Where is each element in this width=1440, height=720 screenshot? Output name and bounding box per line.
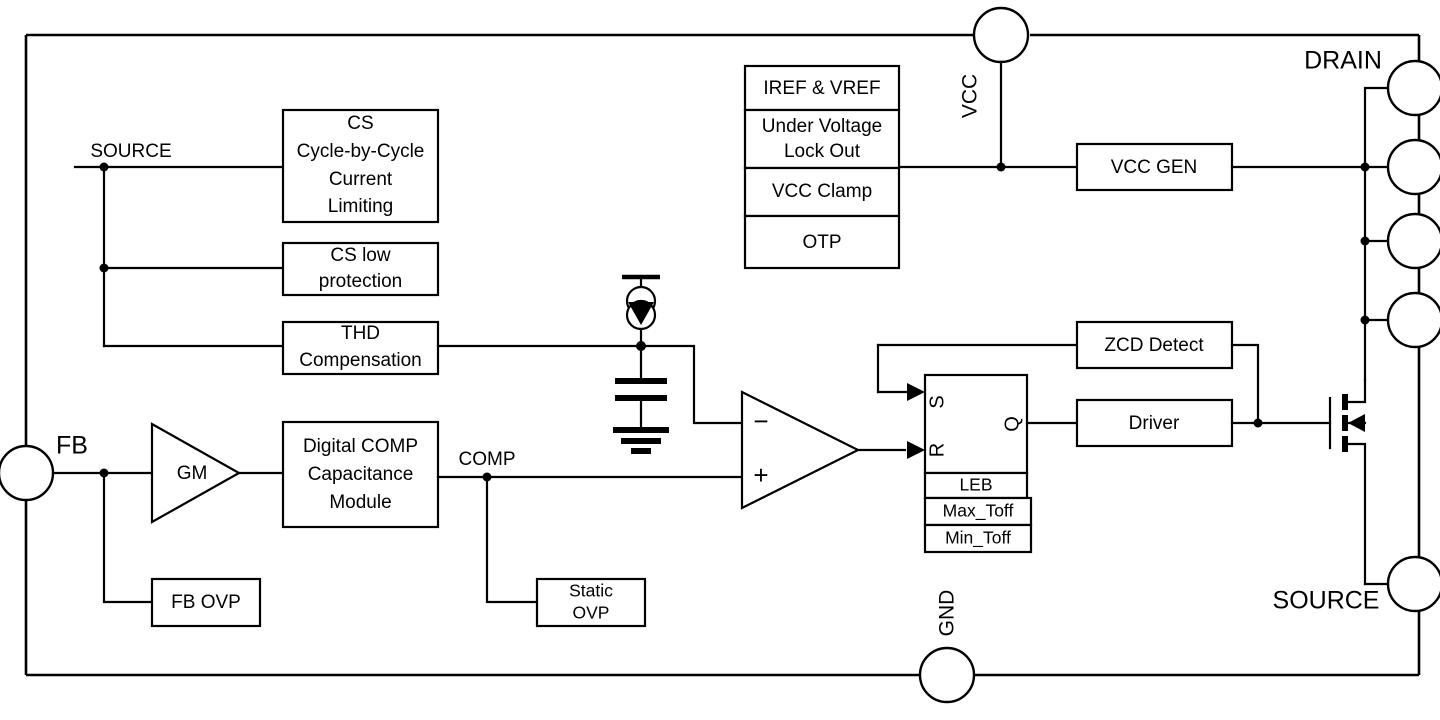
block-otp-label: OTP (802, 232, 841, 253)
block-cs-cycle-line2: Cycle-by-Cycle (297, 141, 425, 162)
block-cs-low-line1: CS low (330, 245, 390, 266)
comparator-plus-label: + (753, 460, 768, 490)
latch-s-arrowhead-icon (907, 383, 925, 401)
net-label-comp: COMP (459, 449, 516, 470)
block-cs-low-line2: protection (319, 271, 402, 292)
pin-drain-3[interactable] (1386, 212, 1440, 270)
pin-gnd[interactable] (918, 646, 976, 704)
pin-vcc[interactable] (972, 6, 1030, 64)
block-uvlo-line1: Under Voltage (762, 116, 882, 137)
junction-source-1 (99, 162, 109, 172)
block-thd-line2: Compensation (299, 350, 422, 371)
latch-r-arrowhead-icon (907, 441, 925, 459)
block-max-toff-label: Max_Toff (943, 501, 1014, 522)
block-digital-comp-line2: Capacitance (308, 464, 414, 485)
block-thd-line1: THD (341, 323, 380, 344)
wire-mosfet-source-lead (1343, 442, 1367, 586)
block-static-ovp-line2: OVP (573, 603, 610, 623)
pin-fb[interactable] (0, 444, 55, 502)
latch-reset-label: R (926, 443, 948, 457)
block-cs-cycle-line1: CS (347, 113, 373, 134)
block-iref-vref-label: IREF & VREF (763, 78, 880, 99)
block-cs-cycle-line4: Limiting (328, 196, 393, 217)
block-vcc-gen-label: VCC GEN (1111, 157, 1198, 178)
block-uvlo-line2: Lock Out (784, 141, 861, 162)
junction-source-2 (99, 263, 109, 273)
wire-drain-bus-to-pin1 (1363, 86, 1392, 169)
block-digital-comp-line1: Digital COMP (303, 436, 418, 457)
pin-label-source-left: SOURCE (90, 141, 171, 162)
latch-set-label: S (926, 395, 948, 408)
block-driver-label: Driver (1129, 413, 1180, 434)
block-digital-comp-line3: Module (329, 492, 391, 513)
wire-comp-to-static-ovp (485, 475, 539, 604)
block-gm-label: GM (177, 463, 208, 484)
block-zcd-detect-label: ZCD Detect (1104, 335, 1204, 356)
block-fb-ovp-label: FB OVP (171, 592, 241, 613)
pin-drain-4[interactable] (1386, 291, 1440, 349)
pin-drain-2[interactable] (1386, 138, 1440, 196)
junction-gate-net (1253, 418, 1263, 428)
block-cs-cycle-line3: Current (329, 169, 393, 190)
mosfet-body-diode-arrow-icon (1348, 414, 1365, 432)
pin-label-gnd: GND (936, 590, 959, 637)
pin-drain-1[interactable] (1386, 59, 1440, 117)
wire-cs-node-to-comparator-minus (639, 344, 744, 425)
block-diagram-canvas: SOURCE CS Cycle-by-Cycle Current Limitin… (0, 0, 1440, 720)
block-min-toff-label: Min_Toff (945, 528, 1011, 549)
pin-source-right[interactable] (1386, 555, 1440, 613)
pin-label-fb: FB (56, 432, 88, 460)
wire-fb-to-fb-ovp (102, 471, 154, 604)
block-static-ovp-line1: Static (569, 581, 613, 601)
block-leb-label: LEB (959, 475, 992, 495)
wire-zcd-out-to-gate-net (1230, 343, 1260, 425)
pin-label-vcc: VCC (959, 74, 982, 118)
comparator-minus-label: − (753, 406, 768, 436)
pin-label-drain: DRAIN (1304, 47, 1382, 75)
latch-output-label: Q (1001, 416, 1023, 432)
pin-label-source-right: SOURCE (1273, 587, 1380, 615)
block-vcc-clamp-label: VCC Clamp (772, 181, 872, 202)
